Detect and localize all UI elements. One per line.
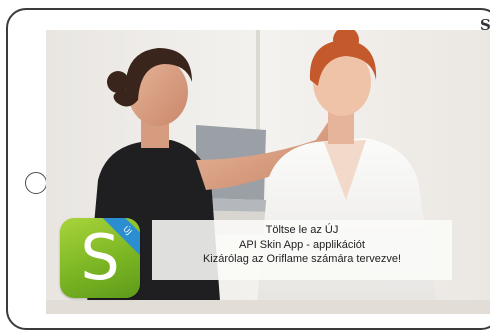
home-button[interactable] — [25, 172, 47, 194]
promo-line-tagline: Kizárólag az Oriflame számára tervezve! — [202, 253, 402, 265]
api-skin-app-icon[interactable]: S ÚJ — [60, 218, 140, 298]
promo-line-download: Töltse le az ÚJ — [265, 224, 339, 236]
promo-text: Töltse le az ÚJ API Skin App - applikáci… — [152, 223, 452, 267]
promo-line-app-name: API Skin App - applikációt — [239, 238, 365, 251]
tablet-screen: S ÚJ Töltse le az ÚJ API Skin App - appl… — [46, 30, 490, 314]
